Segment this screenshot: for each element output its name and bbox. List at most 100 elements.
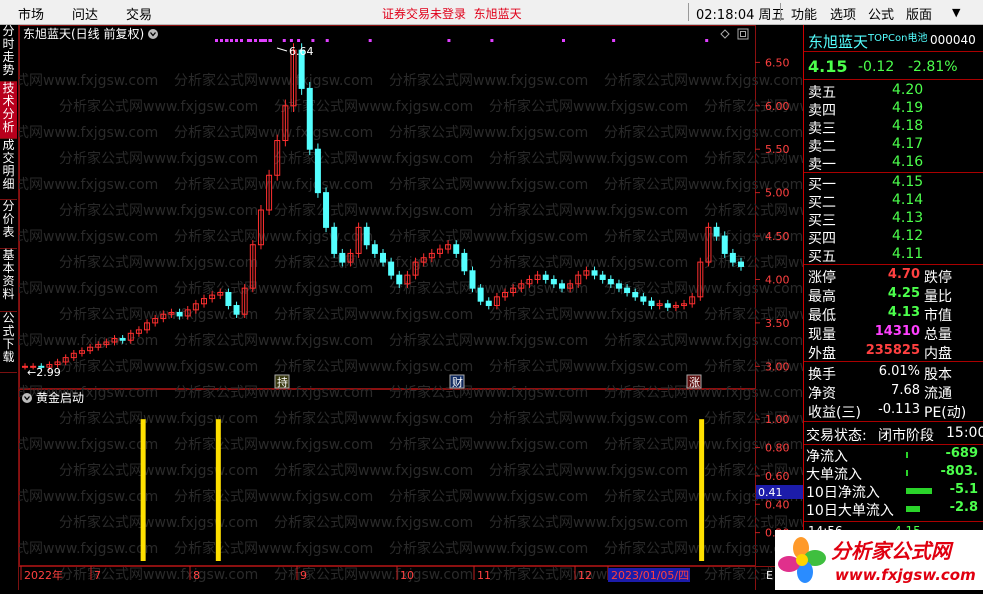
chart-pane[interactable]: 分析家公式网www.fxjgsw.com 分析家公式网www.fxjgsw.com… [0,25,903,590]
candle[interactable] [339,252,346,263]
watermark-text: 分析家公式网www.fxjgsw.com [19,228,158,245]
divider [804,264,983,265]
ask-price[interactable]: 4.19 [892,100,923,116]
stat-value: 235825 [865,343,920,358]
bid-price[interactable]: 4.15 [892,174,923,190]
x-tick-label: 7 [94,569,101,582]
x-tick-label: 12 [578,569,592,582]
candle[interactable] [485,300,492,307]
menu-trade[interactable]: 交易 [126,4,152,23]
candle[interactable] [176,311,183,317]
ask-price[interactable]: 4.18 [892,118,923,134]
candle[interactable] [323,192,330,228]
candle[interactable] [119,338,126,341]
indicator-bar[interactable] [699,419,705,561]
menu-formula[interactable]: 公式 [868,4,894,23]
candle[interactable] [363,226,370,246]
ask-price[interactable]: 4.16 [892,154,923,170]
candle[interactable] [477,287,484,302]
stat-value: 4.13 [887,305,920,320]
tab-trades[interactable]: 成交明细 [0,139,17,200]
login-warning[interactable]: 证券交易未登录 东旭蓝天 [382,5,522,22]
bid-price[interactable]: 4.13 [892,210,923,226]
menu-options[interactable]: 选项 [830,4,856,23]
candle[interactable] [738,261,744,267]
menu-dropdown-icon[interactable]: ▼ [952,6,960,19]
candle[interactable] [624,287,631,294]
tab-price-table[interactable]: 分价表 [0,200,17,249]
candle[interactable] [306,87,313,150]
bid-price[interactable]: 4.14 [892,192,923,208]
quote-change: -0.12 [858,59,895,75]
chart-menu-icon[interactable] [148,29,158,39]
signal-dot [562,39,565,42]
candle[interactable] [559,283,565,289]
candle[interactable] [388,261,395,276]
candle[interactable] [632,292,639,298]
candle[interactable] [713,226,720,237]
candle[interactable] [380,252,386,263]
signal-dot [215,39,218,42]
candle[interactable] [607,278,614,285]
indicator-menu-icon[interactable] [22,393,32,403]
tab-intraday[interactable]: 分时走势 [0,25,17,82]
watermark-text: 分析家公式网www.fxjgsw.com [274,514,473,531]
candle[interactable] [233,305,240,315]
candle[interactable] [550,278,557,285]
ask-price[interactable]: 4.20 [892,82,923,98]
ask-label: 卖四 [808,103,836,119]
candle[interactable] [225,292,232,307]
candlestick-chart[interactable]: 分析家公式网www.fxjgsw.com 分析家公式网www.fxjgsw.com… [0,25,903,590]
menu-layout[interactable]: 版面 [906,4,932,23]
candle[interactable] [396,274,403,285]
watermark-text: 分析家公式网www.fxjgsw.com [389,176,588,193]
indicator-bar[interactable] [215,419,221,561]
quote-concept-tag[interactable]: TOPCon电池 [868,29,927,44]
tab-fundamentals[interactable]: 基本资料 [0,249,17,312]
candle[interactable] [599,274,606,280]
watermark-text: 分析家公式网www.fxjgsw.com [59,150,258,167]
candle[interactable] [721,235,728,254]
finance-label-2: 流通 [924,386,952,402]
candle[interactable] [314,148,321,194]
event-marker-finance-label: 财 [452,375,463,389]
menu-bar: 市场 问达 交易 证券交易未登录 东旭蓝天 02:18:04 周五 功能 选项 … [0,0,983,25]
candle[interactable] [729,252,736,263]
trade-status: 闭市阶段 [878,428,934,444]
menu-separator [780,3,781,21]
divider [804,521,983,522]
candle[interactable] [371,244,378,254]
candle[interactable] [331,226,338,254]
candle[interactable] [542,274,549,280]
candle[interactable] [461,252,468,272]
bid-price[interactable]: 4.12 [892,228,923,244]
candle[interactable] [664,303,671,308]
divider [804,79,983,80]
candle[interactable] [615,283,622,289]
candle[interactable] [591,270,598,276]
finance-value: -0.113 [878,402,920,417]
indicator-bar[interactable] [140,419,146,561]
x-tick-label: 11 [477,569,491,582]
menu-market[interactable]: 市场 [18,4,44,23]
tab-technical[interactable]: 技术分析 [0,82,17,139]
ask-price[interactable]: 4.17 [892,136,923,152]
bid-price[interactable]: 4.11 [892,246,923,262]
restore-icon[interactable] [737,28,749,40]
indicator-y-tick-label: 0.80 [765,442,790,455]
watermark-text: 分析家公式网www.fxjgsw.com [604,124,803,141]
signal-dot [297,39,301,42]
candle[interactable] [453,244,460,254]
menu-wenda[interactable]: 问达 [72,4,98,23]
watermark-text: 分析家公式网www.fxjgsw.com [274,98,473,115]
watermark-text: 分析家公式网www.fxjgsw.com [389,280,588,297]
menu-function[interactable]: 功能 [791,4,817,23]
stat-label: 外盘 [808,346,836,362]
diamond-icon[interactable] [720,29,730,39]
menu-separator [688,3,689,21]
candle[interactable] [640,296,647,302]
candle[interactable] [469,270,476,289]
tab-formula-download[interactable]: 公式下载 [0,312,17,373]
candle[interactable] [648,300,655,307]
watermark-text: 分析家公式网www.fxjgsw.com [274,358,473,375]
